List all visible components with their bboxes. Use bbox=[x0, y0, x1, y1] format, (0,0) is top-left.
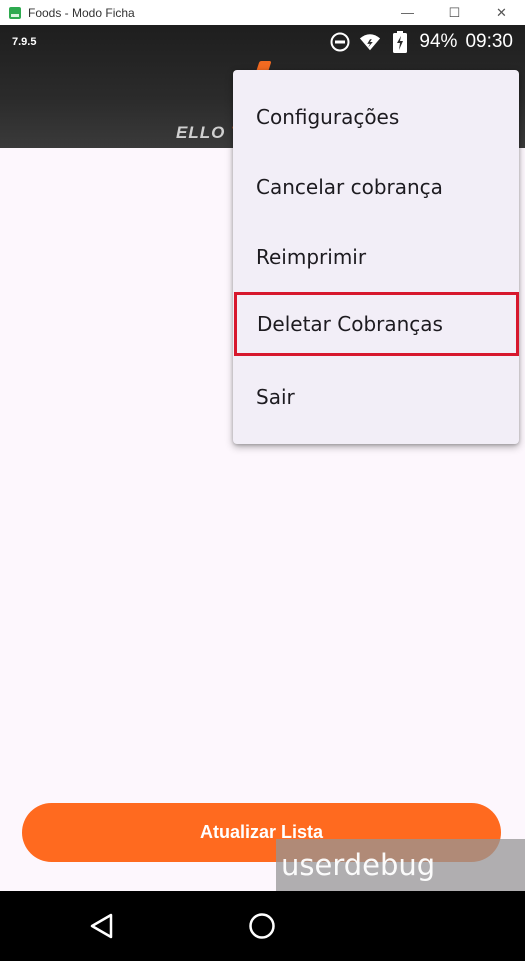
battery-charging-icon bbox=[389, 31, 411, 53]
home-icon[interactable] bbox=[248, 912, 276, 940]
menu-item-deletar-cobrancas[interactable]: Deletar Cobranças bbox=[234, 292, 519, 356]
version-label: 7.9.5 bbox=[12, 36, 37, 48]
menu-item-configuracoes[interactable]: Configurações bbox=[233, 82, 519, 152]
menu-item-reimprimir[interactable]: Reimprimir bbox=[233, 222, 519, 292]
battery-percent: 94% bbox=[419, 31, 458, 52]
userdebug-overlay: userdebug mode bbox=[276, 839, 525, 934]
menu-item-sair[interactable]: Sair bbox=[233, 362, 519, 432]
logo-text-main: ELLO bbox=[176, 123, 232, 142]
maximize-button[interactable]: ☐ bbox=[431, 0, 478, 25]
back-icon[interactable] bbox=[88, 912, 116, 940]
window-controls: — ☐ ✕ bbox=[384, 0, 525, 25]
overflow-menu: Configurações Cancelar cobrança Reimprim… bbox=[233, 70, 519, 444]
do-not-disturb-icon bbox=[329, 31, 351, 53]
app-icon bbox=[9, 6, 21, 19]
minimize-button[interactable]: — bbox=[384, 0, 431, 25]
clock: 09:30 bbox=[465, 31, 513, 52]
wifi-icon bbox=[359, 31, 381, 53]
navigation-bar bbox=[0, 891, 525, 961]
status-icons: 94% 09:30 bbox=[329, 31, 513, 53]
status-bar: 7.9.5 94% 09:30 bbox=[0, 25, 525, 63]
window-title: Foods - Modo Ficha bbox=[28, 5, 135, 20]
close-button[interactable]: ✕ bbox=[478, 0, 525, 25]
menu-item-cancelar-cobranca[interactable]: Cancelar cobrança bbox=[233, 152, 519, 222]
window-titlebar: Foods - Modo Ficha — ☐ ✕ bbox=[0, 0, 525, 25]
